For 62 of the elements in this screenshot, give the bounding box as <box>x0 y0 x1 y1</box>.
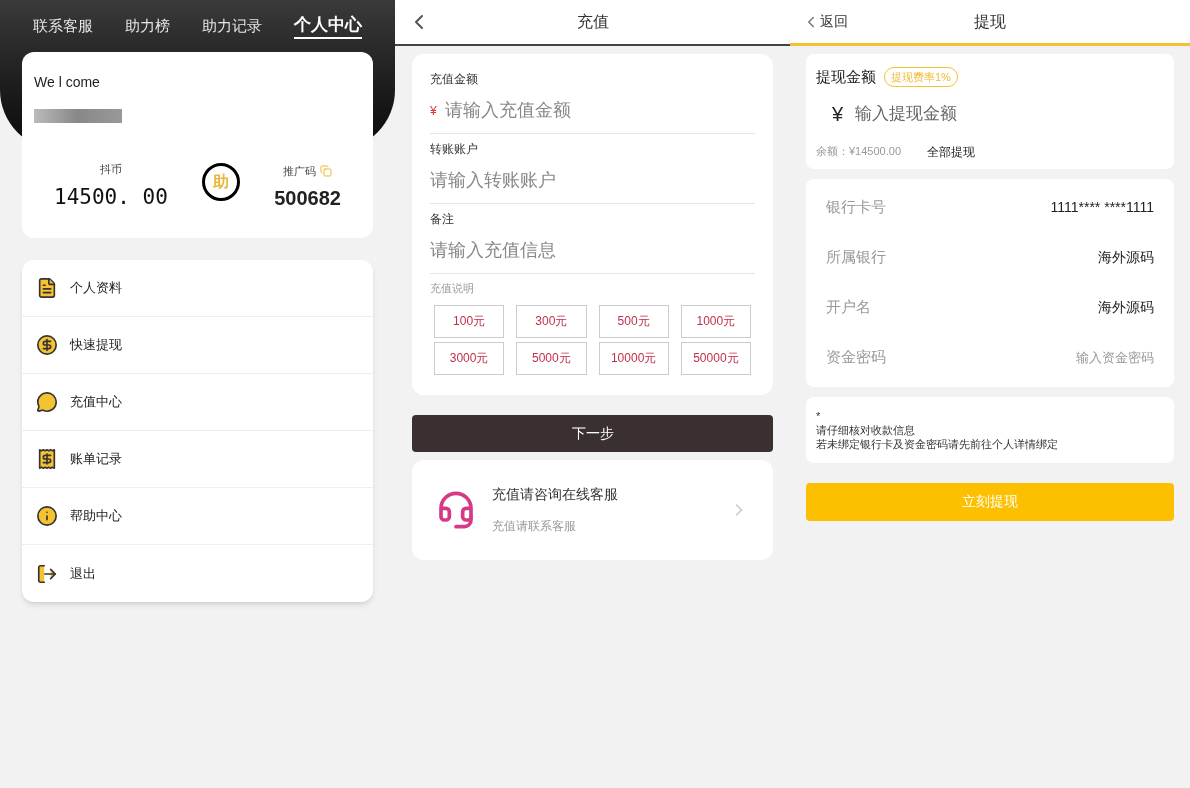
row-label: 资金密码 <box>826 347 886 368</box>
currency-symbol: ¥ <box>832 101 844 127</box>
row-label: 开户名 <box>826 297 871 318</box>
amount-option[interactable]: 500元 <box>598 304 669 338</box>
menu-item[interactable]: 帮助中心 <box>22 488 373 545</box>
field-label: 备注 <box>430 211 454 228</box>
row-value: 1111**** ****1111 <box>1050 198 1154 217</box>
menu-item[interactable]: 充值中心 <box>22 374 373 431</box>
note-label: 充值说明 <box>430 281 474 296</box>
notice-text: * <box>816 408 821 423</box>
amount-option[interactable]: 5000元 <box>516 341 587 375</box>
menu-icon <box>36 448 58 470</box>
menu-icon <box>36 334 58 356</box>
page-title: 充值 <box>576 12 609 32</box>
page-title: 提现 <box>974 11 1006 32</box>
back-button[interactable]: 返回 <box>802 11 848 32</box>
withdraw-all-link[interactable]: 全部提现 <box>927 142 975 161</box>
notice-text: 请仔细核对收款信息 <box>816 422 915 437</box>
row-value: 海外源码 <box>1098 248 1154 267</box>
input-field[interactable]: 请输入转账账户 <box>430 167 755 194</box>
input-field[interactable]: 请输入充值信息 <box>430 237 755 264</box>
amount-option[interactable]: 50000元 <box>680 341 751 375</box>
balance-text: 余额：¥14500.00 <box>816 144 901 160</box>
input-field[interactable]: 请输入充值金额 <box>444 97 755 124</box>
menu-icon <box>36 505 58 527</box>
menu-icon <box>36 562 58 585</box>
amount-option[interactable]: 1000元 <box>680 304 751 338</box>
help-badge: 助 <box>202 163 240 201</box>
next-button[interactable]: 下一步 <box>412 414 773 452</box>
service-subtitle: 充值请联系客服 <box>492 518 577 535</box>
nav-tab[interactable]: 助力记录 <box>202 14 262 38</box>
amount-option[interactable]: 3000元 <box>434 341 505 375</box>
nav-tab[interactable]: 联系客服 <box>33 14 93 38</box>
nav-tab[interactable]: 助力榜 <box>125 14 170 38</box>
menu-item[interactable]: 快速提现 <box>22 317 373 374</box>
service-card[interactable]: 充值请咨询在线客服 充值请联系客服 <box>412 459 773 560</box>
field-label: 充值金额 <box>430 71 478 88</box>
row-label: 所属银行 <box>826 247 886 268</box>
amount-option[interactable]: 10000元 <box>598 341 669 375</box>
promo-code: 500682 <box>274 186 341 211</box>
currency-symbol: ¥ <box>430 102 437 120</box>
menu-item[interactable]: 退出 <box>22 545 373 602</box>
row-value: 海外源码 <box>1098 298 1154 317</box>
row-label: 银行卡号 <box>826 197 886 218</box>
menu-icon <box>36 277 58 299</box>
coin-label: 抖币 <box>99 162 122 177</box>
nav-tab[interactable]: 个人中心 <box>294 13 362 39</box>
service-title: 充值请咨询在线客服 <box>492 485 619 504</box>
notice-text: 若未绑定银行卡及资金密码请先前往个人详情绑定 <box>816 436 1058 451</box>
amount-option[interactable]: 100元 <box>434 304 505 338</box>
headset-icon <box>436 489 476 530</box>
welcome-text: We l come <box>34 73 100 92</box>
promo-label: 推广码 <box>283 163 317 179</box>
amount-label: 提现金额 <box>816 67 876 87</box>
amount-input[interactable]: 输入提现金额 <box>855 100 1164 127</box>
field-label: 转账账户 <box>430 141 478 158</box>
amount-option[interactable]: 300元 <box>516 304 587 338</box>
menu-icon <box>36 391 58 413</box>
password-field[interactable]: 输入资金密码 <box>1014 347 1154 368</box>
menu-item[interactable]: 账单记录 <box>22 431 373 488</box>
coin-value: 14500. 00 <box>54 183 168 211</box>
menu-item[interactable]: 个人资料 <box>22 260 373 317</box>
